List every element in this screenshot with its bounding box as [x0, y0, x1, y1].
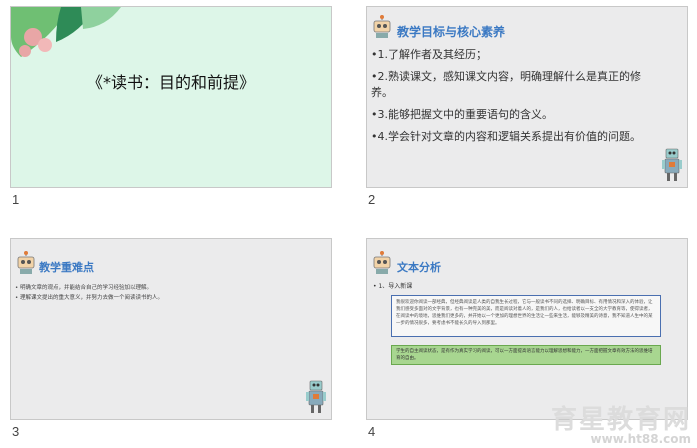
robot-head-icon [17, 251, 35, 274]
robot-icon [662, 148, 682, 181]
slide-number-1: 1 [12, 192, 20, 207]
robot-head-icon [373, 15, 391, 38]
bullet-list: •1.了解作者及其经历； •2.熟读课文，感知课文内容，明确理解什么是真正的修养… [371, 47, 661, 151]
bullet-item: • 明确文章的观点，并能结合自己的学习经验加以理解。 [15, 285, 152, 291]
text-box-highlight: 学生的自主阅读状态，是有作为真实学习的阅读，可以一方面提高语言能力以理解思想和能… [391, 345, 661, 365]
bullet-item: •1.了解作者及其经历； [371, 48, 487, 61]
bullet-list: • 明确文章的观点，并能结合自己的学习经验加以理解。 • 理解课文提出的重大意义… [15, 283, 305, 303]
slide-title: 教学目标与核心素养 [397, 25, 506, 39]
section-subtitle: • 1、导入新课 [373, 283, 413, 290]
robot-icon [306, 380, 326, 413]
slide-title: 文本分析 [397, 261, 441, 274]
bullet-item: •4.学会针对文章的内容和逻辑关系提出有价值的问题。 [371, 130, 641, 143]
text-box-intro: 我很欢迎你阅读一部经典，但经典阅读是人类的自我生长过程，它与一般读书不同的选择、… [391, 295, 661, 337]
watermark-title: 育星教育网 [550, 405, 691, 435]
slide-thumbnail-1[interactable]: 《*读书：目的和前提》 [10, 6, 332, 188]
slide-number-3: 3 [12, 424, 20, 439]
bullet-item: •3.能够把握文中的重要语句的含义。 [371, 108, 553, 121]
robot-head-icon [373, 251, 391, 274]
bullet-item: •2.熟读课文，感知课文内容，明确理解什么是真正的修养。 [371, 70, 641, 99]
bullet-item: • 理解课文提出的重大意义，并努力去做一个阅读读书的人。 [15, 295, 163, 301]
slide-thumbnail-2[interactable]: 教学目标与核心素养 •1.了解作者及其经历； •2.熟读课文，感知课文内容，明确… [366, 6, 688, 188]
leaf-decoration-icon [11, 7, 121, 57]
slide-thumbnail-3[interactable]: 教学重难点 • 明确文章的观点，并能结合自己的学习经验加以理解。 • 理解课文提… [10, 238, 332, 420]
slide-title: 《*读书：目的和前提》 [86, 73, 255, 92]
slide-number-2: 2 [368, 192, 376, 207]
slide-number-4: 4 [368, 424, 376, 439]
slide-thumbnail-4[interactable]: 文本分析 • 1、导入新课 我很欢迎你阅读一部经典，但经典阅读是人类的自我生长过… [366, 238, 688, 420]
watermark: 育星教育网 www.ht88.com [551, 399, 691, 446]
slide-title: 教学重难点 [39, 261, 94, 274]
